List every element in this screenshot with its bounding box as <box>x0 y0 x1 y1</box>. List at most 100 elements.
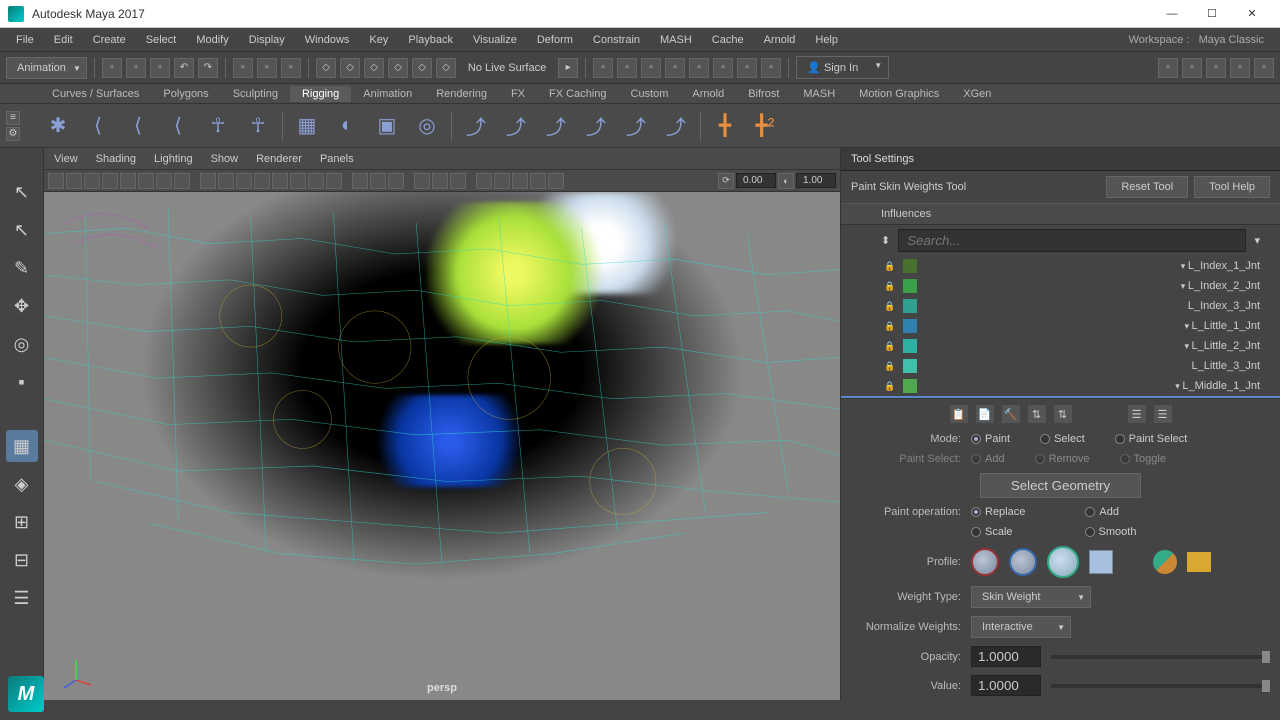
lock-icon[interactable]: 🔒 <box>881 338 899 354</box>
joint-row[interactable]: 🔒L_Middle_1_Jnt <box>841 376 1280 396</box>
weighttype-dropdown[interactable]: Skin Weight <box>971 586 1091 608</box>
hypershade-icon[interactable]: ▫ <box>665 58 685 78</box>
detach-skin-icon[interactable]: ╋² <box>747 108 783 144</box>
lattice-icon[interactable]: ▦ <box>289 108 325 144</box>
aim-constraint-icon[interactable]: ⤴ <box>618 108 654 144</box>
layout-two-icon[interactable]: ⊟ <box>6 544 38 576</box>
vp-reload-icon[interactable]: ⟳ <box>718 173 734 189</box>
shelf-tab-curves-surfaces[interactable]: Curves / Surfaces <box>40 86 151 102</box>
menu-deform[interactable]: Deform <box>527 31 583 49</box>
menu-constrain[interactable]: Constrain <box>583 31 650 49</box>
render-view-icon[interactable]: ▫ <box>713 58 733 78</box>
paint-select-tool-icon[interactable]: ✎ <box>6 252 38 284</box>
shelf-tab-custom[interactable]: Custom <box>619 86 681 102</box>
vp-light-icon[interactable] <box>254 173 270 189</box>
scale-constraint-icon[interactable]: ⤴ <box>578 108 614 144</box>
render-settings-icon[interactable]: ▫ <box>641 58 661 78</box>
hammer-icon[interactable]: 🔨 <box>1002 405 1020 423</box>
open-icon[interactable]: ▫ <box>126 58 146 78</box>
list-alpha-icon[interactable]: ☰ <box>1128 405 1146 423</box>
lock-icon[interactable]: 🔒 <box>881 258 899 274</box>
joint-row[interactable]: 🔒L_Little_3_Jnt <box>841 356 1280 376</box>
new-scene-icon[interactable]: ▫ <box>102 58 122 78</box>
vp-c-icon[interactable] <box>512 173 528 189</box>
rotate-tool-icon[interactable]: ◎ <box>6 328 38 360</box>
opacity-slider[interactable] <box>1051 655 1270 659</box>
shelf-tab-rigging[interactable]: Rigging <box>290 86 351 102</box>
vp-e-icon[interactable] <box>548 173 564 189</box>
outliner-toggle-icon[interactable]: ☰ <box>6 582 38 614</box>
shelf-tab-motion-graphics[interactable]: Motion Graphics <box>847 86 951 102</box>
signin-dropdown[interactable]: 👤 Sign In <box>796 56 889 79</box>
menu-create[interactable]: Create <box>83 31 136 49</box>
shelf-menu-icon[interactable]: ≡ <box>6 111 20 125</box>
menu-modify[interactable]: Modify <box>186 31 238 49</box>
vp-motion-icon[interactable] <box>308 173 324 189</box>
op-scale-radio[interactable]: Scale <box>971 526 1013 538</box>
lock-icon[interactable]: 🔒 <box>881 278 899 294</box>
vp-safe-icon[interactable] <box>138 173 154 189</box>
joint-tool-icon[interactable]: ✱ <box>40 108 76 144</box>
lasso-icon[interactable]: ▫ <box>257 58 277 78</box>
skeleton-icon[interactable]: ☥ <box>200 108 236 144</box>
menu-cache[interactable]: Cache <box>702 31 754 49</box>
modeling-icon[interactable]: ▫ <box>1254 58 1274 78</box>
menu-select[interactable]: Select <box>136 31 187 49</box>
save-icon[interactable]: ▫ <box>150 58 170 78</box>
value-field[interactable] <box>971 675 1041 696</box>
joint-row[interactable]: 🔒L_Little_1_Jnt <box>841 316 1280 336</box>
parent-constraint-icon[interactable]: ⤴ <box>458 108 494 144</box>
shelf-tab-arnold[interactable]: Arnold <box>680 86 736 102</box>
vp-d-icon[interactable] <box>530 173 546 189</box>
vp-texture-icon[interactable] <box>236 173 252 189</box>
vp-menu-view[interactable]: View <box>54 153 78 165</box>
vp-exposure-icon[interactable] <box>414 173 430 189</box>
vp-image-icon[interactable] <box>84 173 100 189</box>
profile-gaussian-icon[interactable] <box>971 548 999 576</box>
vp-film-icon[interactable] <box>102 173 118 189</box>
pole-constraint-icon[interactable]: ⤴ <box>658 108 694 144</box>
snap-curve-icon[interactable]: ◇ <box>340 58 360 78</box>
list-hier-icon[interactable]: ☰ <box>1154 405 1172 423</box>
vp-shadow-icon[interactable] <box>272 173 288 189</box>
vp-wire-icon[interactable] <box>200 173 216 189</box>
orient-constraint-icon[interactable]: ⤴ <box>538 108 574 144</box>
vp-bookmark-icon[interactable] <box>66 173 82 189</box>
vp-view-icon[interactable] <box>450 173 466 189</box>
snap-toggle-icon[interactable]: ◇ <box>436 58 456 78</box>
menu-help[interactable]: Help <box>805 31 848 49</box>
search-dropdown-icon[interactable]: ▾ <box>1254 234 1260 247</box>
ik-spline-icon[interactable]: ⟨ <box>120 108 156 144</box>
quick-rig-icon[interactable]: ☥ <box>240 108 276 144</box>
op-add-radio[interactable]: Add <box>1085 506 1119 518</box>
normalize-dropdown[interactable]: Interactive <box>971 616 1071 638</box>
select-tool-icon[interactable]: ↖ <box>6 176 38 208</box>
profile-browse-icon[interactable] <box>1187 552 1211 572</box>
close-button[interactable]: ✕ <box>1232 2 1272 26</box>
reset-tool-button[interactable]: Reset Tool <box>1106 176 1188 198</box>
shelf-tab-fx[interactable]: FX <box>499 86 537 102</box>
maximize-button[interactable]: ☐ <box>1192 2 1232 26</box>
joint-row[interactable]: 🔒L_Index_3_Jnt <box>841 296 1280 316</box>
vp-xjoint-icon[interactable] <box>388 173 404 189</box>
layout-four-icon[interactable]: ⊞ <box>6 506 38 538</box>
profile-square-icon[interactable] <box>1089 550 1113 574</box>
shelf-tab-fx-caching[interactable]: FX Caching <box>537 86 618 102</box>
joint-row[interactable]: 🔒L_Index_2_Jnt <box>841 276 1280 296</box>
search-input[interactable] <box>898 229 1246 252</box>
shelf-gear-icon[interactable]: ⚙ <box>6 127 20 141</box>
vp-menu-show[interactable]: Show <box>211 153 239 165</box>
vp-a-icon[interactable] <box>476 173 492 189</box>
vp-menu-lighting[interactable]: Lighting <box>154 153 193 165</box>
workspace-dropdown[interactable]: Maya Classic <box>1199 34 1264 46</box>
snap-live-icon[interactable]: ◇ <box>412 58 432 78</box>
shelf-tab-rendering[interactable]: Rendering <box>424 86 499 102</box>
shelf-tab-animation[interactable]: Animation <box>351 86 424 102</box>
show-influence-icon[interactable]: ⇅ <box>1054 405 1072 423</box>
paste-weights-icon[interactable]: 📄 <box>976 405 994 423</box>
menu-playback[interactable]: Playback <box>398 31 463 49</box>
vp-menu-shading[interactable]: Shading <box>96 153 136 165</box>
mode-dropdown[interactable]: Animation <box>6 57 87 79</box>
render-icon[interactable]: ▫ <box>593 58 613 78</box>
lock-icon[interactable]: 🔒 <box>881 358 899 374</box>
